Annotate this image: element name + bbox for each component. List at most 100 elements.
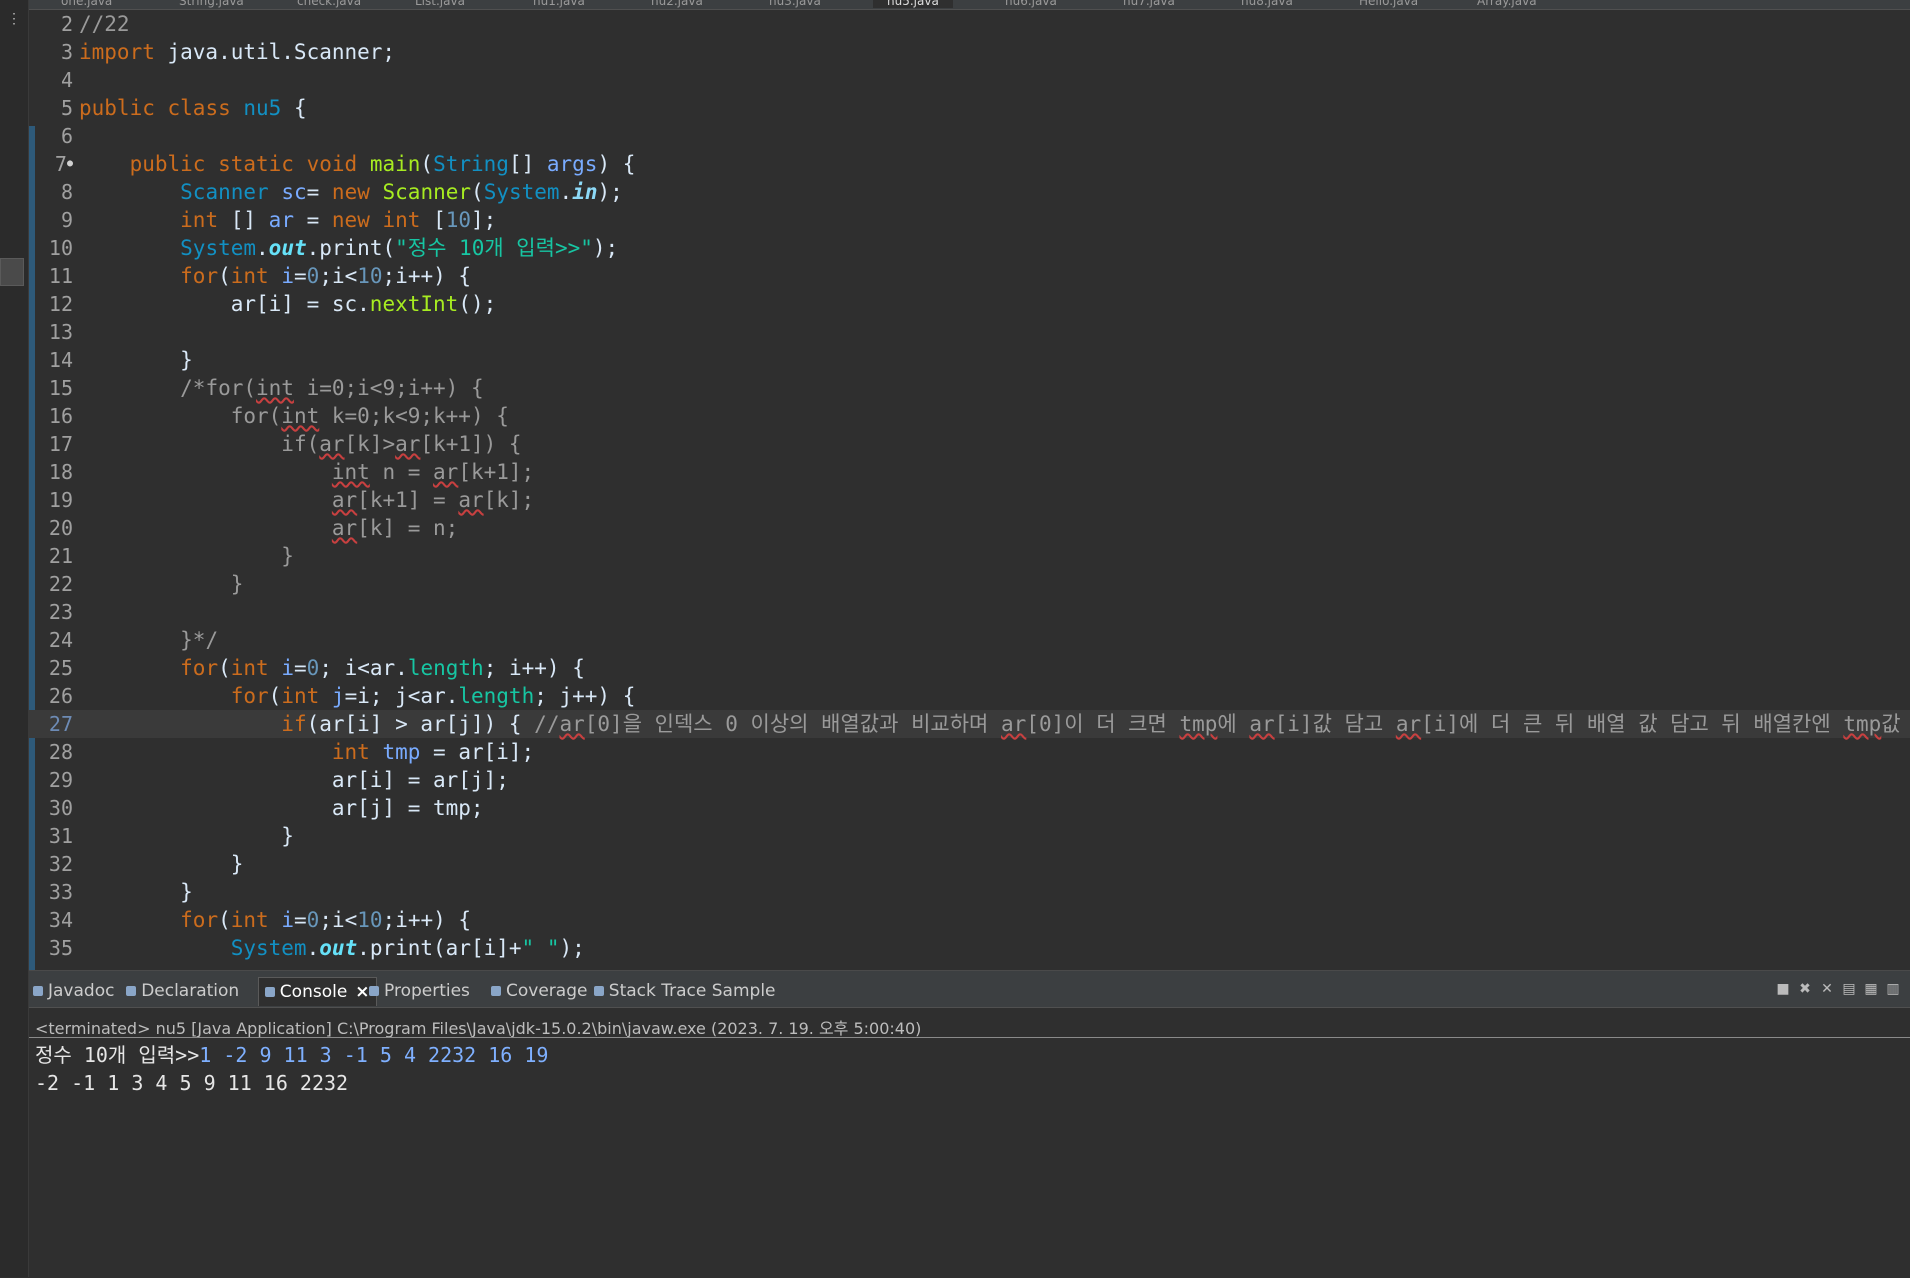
line-number: 15 xyxy=(48,376,73,400)
panel-tab-declaration[interactable]: Declaration xyxy=(126,977,239,1005)
code-line[interactable]: 11 for(int i=0;i<10;i++) { xyxy=(29,262,1910,290)
line-number: 21 xyxy=(48,544,73,568)
remove-launch-icon[interactable]: ✖ xyxy=(1794,981,1816,997)
editor-tab[interactable]: nu5.java xyxy=(873,0,953,8)
declaration-icon xyxy=(126,986,137,996)
code-line[interactable]: 28 int tmp = ar[i]; xyxy=(29,738,1910,766)
editor-tab[interactable]: one.java xyxy=(47,0,126,8)
line-number: 25 xyxy=(48,656,73,680)
editor-tab[interactable]: Hello.java xyxy=(1345,0,1432,8)
editor-tab[interactable]: check.java xyxy=(283,0,375,8)
editor-tab[interactable]: nu6.java xyxy=(991,0,1071,8)
line-number: 11 xyxy=(48,264,73,288)
editor-tab[interactable]: String.java xyxy=(165,0,258,8)
word-wrap-icon[interactable]: ▥ xyxy=(1882,981,1904,997)
line-number: 31 xyxy=(48,824,73,848)
code-text: Scanner sc= new Scanner(System.in); xyxy=(180,180,623,204)
editor-tab[interactable]: List.java xyxy=(401,0,479,8)
close-tab-icon[interactable]: × xyxy=(355,982,369,1002)
panel-tab-console[interactable]: Console × xyxy=(257,977,377,1006)
code-line[interactable]: 7● public static void main(String[] args… xyxy=(29,150,1910,178)
code-line[interactable]: 3 import java.util.Scanner; xyxy=(29,38,1910,66)
code-line[interactable]: 9 int [] ar = new int [10]; xyxy=(29,206,1910,234)
code-line[interactable]: 31 } xyxy=(29,822,1910,850)
code-line[interactable]: 12 ar[i] = sc.nextInt(); xyxy=(29,290,1910,318)
code-text: } xyxy=(281,544,294,568)
panel-tab-stack-trace-sample[interactable]: Stack Trace Sample xyxy=(593,977,776,1005)
console-line-prompt[interactable]: 정수 10개 입력>>1 -2 9 11 3 -1 5 4 2232 16 19 xyxy=(35,1041,548,1069)
line-number: 23 xyxy=(48,600,73,624)
editor-tab[interactable]: nu2.java xyxy=(637,0,717,8)
remove-all-terminated-icon[interactable]: ✕ xyxy=(1816,981,1838,997)
code-line[interactable]: 17 if(ar[k]>ar[k+1]) { xyxy=(29,430,1910,458)
line-number: 27 xyxy=(48,712,73,736)
code-text: for(int i=0;i<10;i++) { xyxy=(180,264,472,288)
code-line[interactable]: 16 for(int k=0;k<9;k++) { xyxy=(29,402,1910,430)
minimized-view-marker[interactable] xyxy=(0,258,24,286)
code-line[interactable]: 13 xyxy=(29,318,1910,346)
code-text: for(int i=0;i<10;i++) { xyxy=(180,908,472,932)
console-toolbar: ■ ✖ ✕ ▤ ▦ ▥ xyxy=(1772,981,1904,997)
editor-tab[interactable]: nu7.java xyxy=(1109,0,1189,8)
code-line[interactable]: 6 xyxy=(29,122,1910,150)
code-line[interactable]: 27 if(ar[i] > ar[j]) { //ar[0]을 인덱스 0 이상… xyxy=(29,710,1910,738)
view-menu-icon[interactable]: ⋮ xyxy=(4,8,24,30)
code-line[interactable]: 21 } xyxy=(29,542,1910,570)
console-launch-status: <terminated> nu5 [Java Application] C:\P… xyxy=(35,1019,922,1038)
code-line[interactable]: 2//22 xyxy=(29,10,1910,38)
line-number: 24 xyxy=(48,628,73,652)
line-number: 19 xyxy=(48,488,73,512)
code-line[interactable]: 26 for(int j=i; j<ar.length; j++) { xyxy=(29,682,1910,710)
line-number: 22 xyxy=(48,572,73,596)
left-toolbar-strip: ⋮ xyxy=(0,0,29,1277)
code-text: } xyxy=(230,572,244,596)
code-line[interactable]: 24 }*/ xyxy=(29,626,1910,654)
code-line[interactable]: 20 ar[k] = n; xyxy=(29,514,1910,542)
code-line[interactable]: 23 xyxy=(29,598,1910,626)
line-number: 9 xyxy=(60,208,73,232)
code-line[interactable]: 5 public class nu5 { xyxy=(29,94,1910,122)
code-line[interactable]: 14 } xyxy=(29,346,1910,374)
line-number: 8 xyxy=(60,180,73,204)
line-number: 13 xyxy=(48,320,73,344)
panel-tab-label: Javadoc xyxy=(48,981,115,1001)
code-line[interactable]: 34 for(int i=0;i<10;i++) { xyxy=(29,906,1910,934)
console-prompt-text: 정수 10개 입력>> xyxy=(35,1043,200,1067)
code-line[interactable]: 19 ar[k+1] = ar[k]; xyxy=(29,486,1910,514)
terminate-icon[interactable]: ■ xyxy=(1772,981,1794,997)
code-line[interactable]: 35 System.out.print(ar[i]+" "); xyxy=(29,934,1910,962)
code-text: if(ar[k]>ar[k+1]) { xyxy=(281,432,522,456)
code-editor[interactable]: 2//22 3 import java.util.Scanner; 4 5 public … xyxy=(29,10,1910,970)
panel-tab-properties[interactable]: Properties xyxy=(369,977,470,1005)
console-line-output[interactable]: -2 -1 1 3 4 5 9 11 16 2232 xyxy=(35,1069,348,1097)
code-text: System.out.print(ar[i]+" "); xyxy=(230,936,585,960)
code-line[interactable]: 22 } xyxy=(29,570,1910,598)
code-line[interactable]: 8 Scanner sc= new Scanner(System.in); xyxy=(29,178,1910,206)
code-line[interactable]: 10 System.out.print("정수 10개 입력>>"); xyxy=(29,234,1910,262)
clear-console-icon[interactable]: ▤ xyxy=(1838,981,1860,997)
editor-tab[interactable]: nu1.java xyxy=(519,0,599,8)
code-line[interactable]: 18 int n = ar[k+1]; xyxy=(29,458,1910,486)
code-text: import java.util.Scanner; xyxy=(79,40,396,64)
line-number: 35 xyxy=(48,936,73,960)
code-text: public static void main(String[] args) { xyxy=(129,152,636,176)
code-line[interactable]: 33 } xyxy=(29,878,1910,906)
code-line[interactable]: 30 ar[j] = tmp; xyxy=(29,794,1910,822)
line-number: 26 xyxy=(48,684,73,708)
code-text: for(int k=0;k<9;k++) { xyxy=(230,404,509,428)
editor-tab[interactable]: Array.java xyxy=(1463,0,1551,8)
fold-marker-icon[interactable]: ● xyxy=(67,158,73,169)
code-line[interactable]: 4 xyxy=(29,66,1910,94)
editor-tab[interactable]: nu8.java xyxy=(1227,0,1307,8)
code-line[interactable]: 15 /*for(int i=0;i<9;i++) { xyxy=(29,374,1910,402)
code-line[interactable]: 25 for(int i=0; i<ar.length; i++) { xyxy=(29,654,1910,682)
code-line[interactable]: 32 } xyxy=(29,850,1910,878)
code-line[interactable]: 29 ar[i] = ar[j]; xyxy=(29,766,1910,794)
console-icon xyxy=(264,987,275,997)
editor-tab[interactable]: nu3.java xyxy=(755,0,835,8)
code-text: } xyxy=(79,824,294,848)
panel-tab-coverage[interactable]: Coverage xyxy=(491,977,587,1005)
line-number: 14 xyxy=(48,348,73,372)
panel-tab-javadoc[interactable]: Javadoc xyxy=(33,977,114,1005)
scroll-lock-icon[interactable]: ▦ xyxy=(1860,981,1882,997)
